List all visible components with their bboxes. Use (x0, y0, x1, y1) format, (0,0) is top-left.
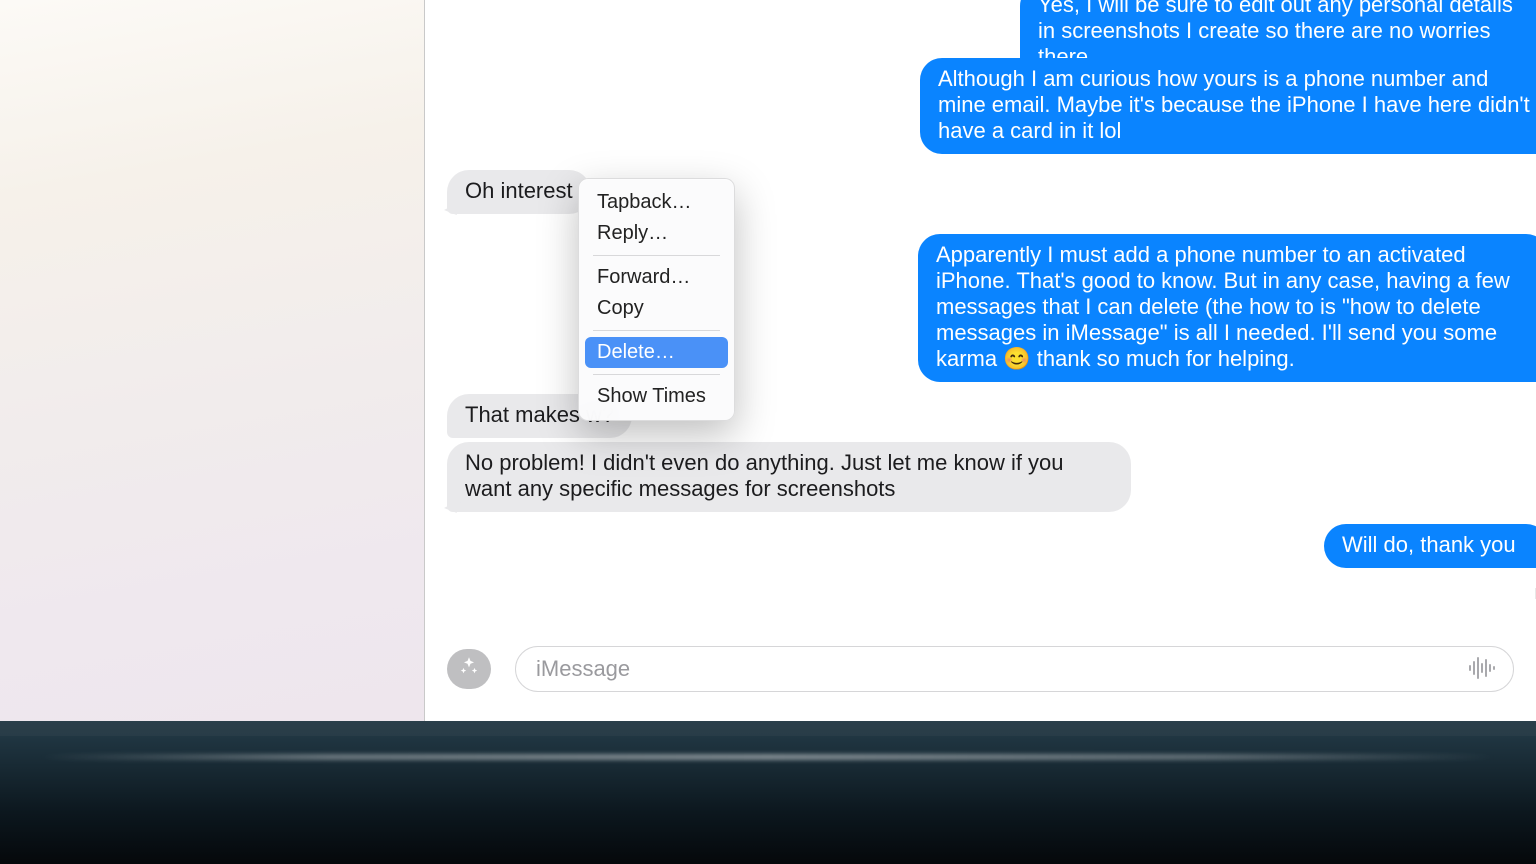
dictation-icon (1466, 670, 1496, 687)
message-sent[interactable]: Although I am curious how yours is a pho… (920, 58, 1536, 154)
messages-sidebar[interactable] (0, 0, 425, 721)
menu-item-label: Forward… (597, 266, 690, 289)
menu-item-label: Show Times (597, 385, 706, 408)
message-received[interactable]: No problem! I didn't even do anything. J… (447, 442, 1131, 512)
message-text: No problem! I didn't even do anything. J… (465, 450, 1064, 501)
message-sent[interactable]: Apparently I must add a phone number to … (918, 234, 1536, 382)
menu-item-label: Reply… (597, 222, 668, 245)
compose-bar: iMessage (425, 635, 1536, 721)
menu-item-label: Tapback… (597, 191, 692, 214)
conversation-pane: Yes, I will be sure to edit out any pers… (425, 0, 1536, 721)
menu-item-label: Copy (597, 297, 644, 320)
message-text: Oh interest (465, 178, 573, 203)
message-text: Apparently I must add a phone number to … (936, 242, 1510, 371)
message-input[interactable]: iMessage (515, 646, 1514, 692)
menu-item-tapback[interactable]: Tapback… (585, 187, 728, 218)
dock-area (0, 736, 1536, 864)
menu-item-reply[interactable]: Reply… (585, 218, 728, 249)
menu-item-copy[interactable]: Copy (585, 293, 728, 324)
menu-item-forward[interactable]: Forward… (585, 262, 728, 293)
menu-separator (593, 374, 720, 375)
apps-button[interactable] (447, 649, 491, 689)
message-input-placeholder: iMessage (536, 656, 630, 682)
message-text: Although I am curious how yours is a pho… (938, 66, 1530, 143)
menu-separator (593, 330, 720, 331)
app-store-icon (458, 655, 480, 683)
conversation-scroll[interactable]: Yes, I will be sure to edit out any pers… (425, 0, 1536, 635)
dictation-button[interactable] (1466, 653, 1496, 688)
menu-item-label: Delete… (597, 341, 675, 364)
menu-item-delete[interactable]: Delete… (585, 337, 728, 368)
message-received[interactable]: Oh interest (447, 170, 591, 214)
message-text: Will do, thank you (1342, 532, 1516, 557)
menu-separator (593, 255, 720, 256)
message-sent[interactable]: Will do, thank you (1324, 524, 1536, 568)
menu-item-show-times[interactable]: Show Times (585, 381, 728, 412)
message-context-menu: Tapback… Reply… Forward… Copy Delete… Sh… (578, 178, 735, 421)
